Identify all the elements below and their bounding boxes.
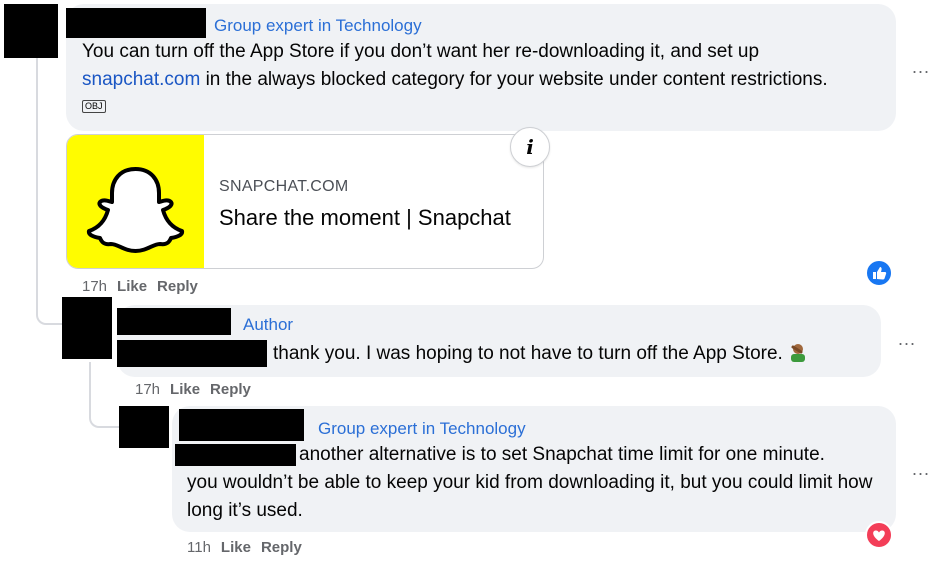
comment-actions-1: 17h Like Reply xyxy=(82,278,198,296)
comment-actions-3: 11h Like Reply xyxy=(187,539,302,557)
thread-line-2 xyxy=(89,362,119,428)
comment-time-2[interactable]: 17h xyxy=(135,381,160,398)
more-options-icon-1[interactable]: ... xyxy=(912,58,930,76)
person-facepalming-emoji xyxy=(787,342,809,362)
snapchat-thumbnail xyxy=(67,135,204,268)
more-options-icon-2[interactable]: ... xyxy=(898,330,916,348)
reply-button-3[interactable]: Reply xyxy=(261,539,302,556)
link-preview-card[interactable]: SNAPCHAT.COM Share the moment | Snapchat xyxy=(66,134,544,269)
author-name-1-redacted[interactable] xyxy=(66,8,206,38)
expert-badge-3[interactable]: Group expert in Technology xyxy=(318,419,526,439)
avatar-2[interactable] xyxy=(62,297,112,359)
author-name-2-redacted[interactable] xyxy=(117,308,231,335)
comment-text-1: You can turn off the App Store if you do… xyxy=(82,38,852,121)
expert-badge-1[interactable]: Group expert in Technology xyxy=(214,16,422,36)
comment-actions-2: 17h Like Reply xyxy=(135,381,251,399)
comment-text-2-redacted xyxy=(117,340,267,367)
comment-time-1[interactable]: 17h xyxy=(82,278,107,295)
reply-button-1[interactable]: Reply xyxy=(157,278,198,295)
like-reaction-icon[interactable] xyxy=(865,259,893,287)
author-badge[interactable]: Author xyxy=(243,315,293,335)
thread-line-1 xyxy=(36,58,66,325)
more-options-icon-3[interactable]: ... xyxy=(912,460,930,478)
snapchat-ghost-icon xyxy=(86,167,185,253)
snapchat-link[interactable]: snapchat.com xyxy=(82,69,200,90)
comment-text-2-body: thank you. I was hoping to not have to t… xyxy=(273,343,783,364)
link-domain: SNAPCHAT.COM xyxy=(219,178,349,195)
author-name-3-redacted[interactable] xyxy=(179,409,304,441)
comment-text-3-rest: you wouldn’t be able to keep your kid fr… xyxy=(187,472,873,521)
reply-button-2[interactable]: Reply xyxy=(210,381,251,398)
comment-text-3-redacted xyxy=(175,444,296,466)
comment-text-2: thank you. I was hoping to not have to t… xyxy=(273,340,809,368)
like-button-3[interactable]: Like xyxy=(221,539,251,556)
love-reaction-icon[interactable] xyxy=(865,521,893,549)
info-icon[interactable]: i xyxy=(510,127,550,167)
comment-text-3-line1: another alternative is to set Snapchat t… xyxy=(299,444,825,465)
avatar-3[interactable] xyxy=(119,406,169,448)
avatar-1[interactable] xyxy=(4,4,58,58)
link-title: Share the moment | Snapchat xyxy=(219,205,511,230)
like-button-2[interactable]: Like xyxy=(170,381,200,398)
comment-text-1-part2: in the always blocked category for your … xyxy=(200,68,828,90)
comment-text-1-part1: You can turn off the App Store if you do… xyxy=(82,41,760,62)
like-button-1[interactable]: Like xyxy=(117,278,147,295)
comment-time-3[interactable]: 11h xyxy=(187,539,211,556)
obj-placeholder-icon: OBJ xyxy=(82,100,106,113)
